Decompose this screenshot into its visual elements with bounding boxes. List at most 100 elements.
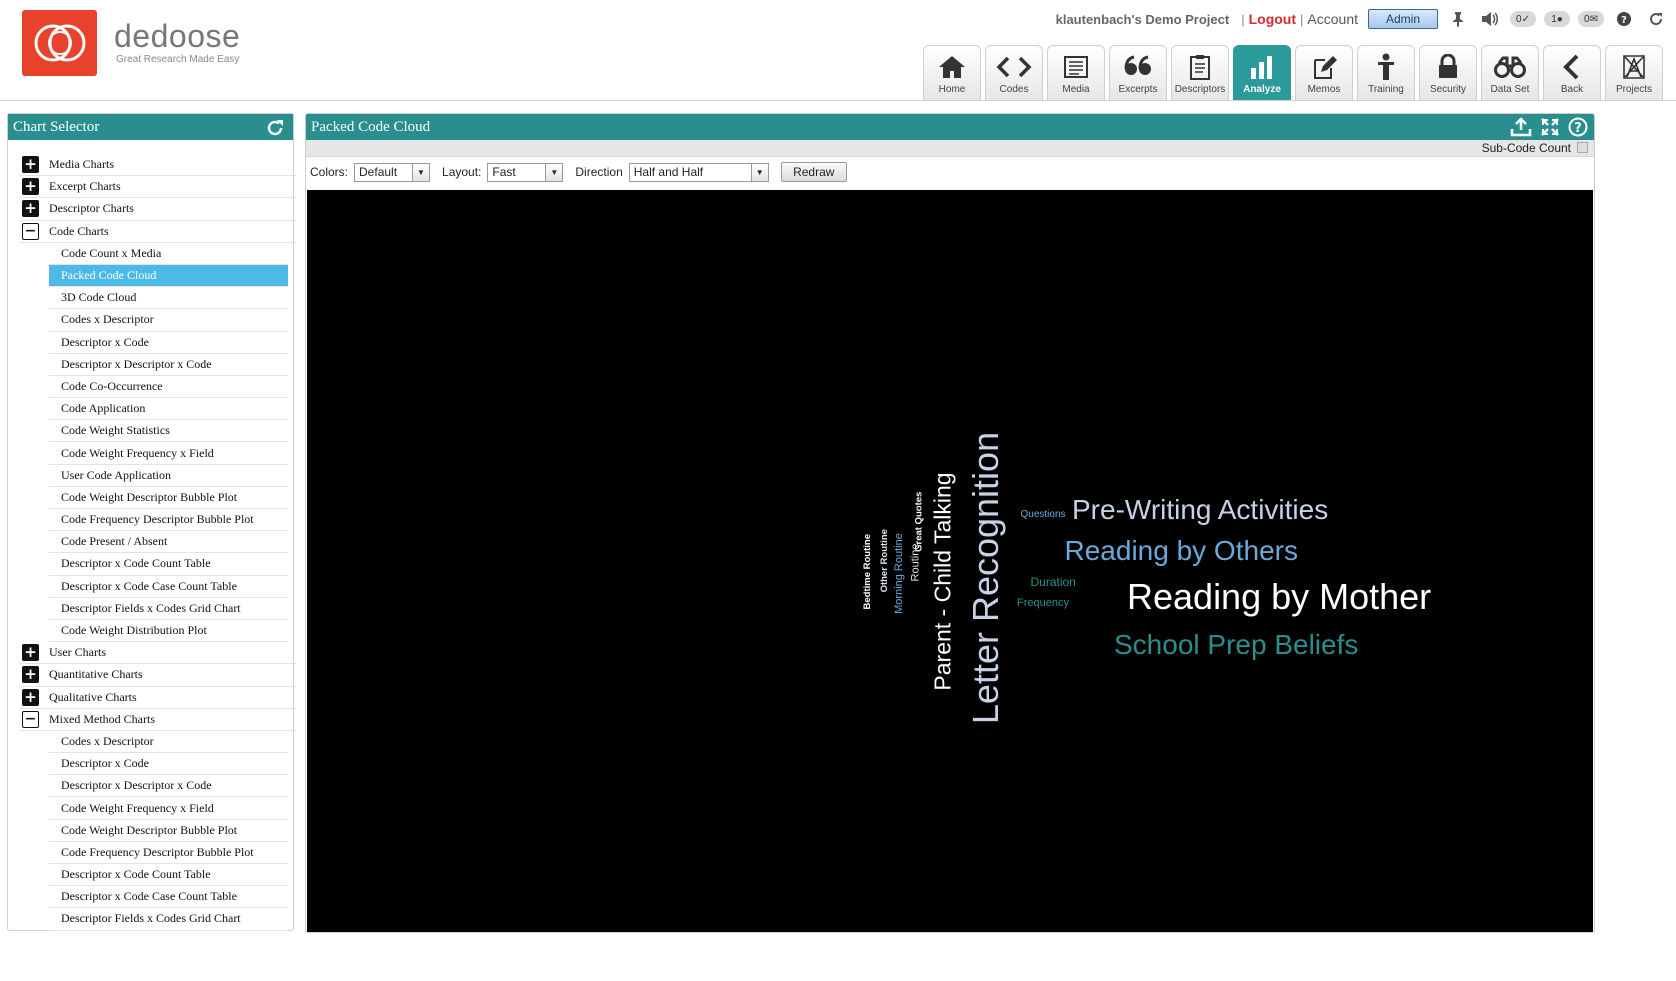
cloud-word[interactable]: Duration [1031, 576, 1076, 588]
chart-item[interactable]: Descriptor x Code Case Count Table [49, 886, 288, 909]
collapse-icon[interactable]: − [22, 710, 39, 728]
chart-item[interactable]: Descriptor x Descriptor x Code [49, 775, 288, 798]
expand-icon[interactable]: + [22, 666, 39, 684]
chart-item[interactable]: Descriptor x Code Count Table [49, 553, 288, 576]
chart-category[interactable]: + Excerpt Charts [20, 176, 296, 199]
layout-value: Fast [492, 165, 516, 179]
chart-item-label: Code Co-Occurrence [61, 378, 163, 393]
chart-item[interactable]: 3D Code Cloud [49, 287, 288, 310]
collapse-icon[interactable]: − [22, 222, 39, 240]
cloud-word[interactable]: Other Routine [878, 529, 889, 592]
refresh-icon[interactable] [265, 118, 285, 147]
expand-icon[interactable]: + [22, 688, 39, 706]
nav-security[interactable]: Security [1419, 45, 1477, 100]
cloud-word[interactable]: Routine [909, 543, 921, 581]
cloud-word[interactable]: Reading by Others [1065, 537, 1298, 565]
project-name[interactable]: klautenbach's Demo Project [1056, 12, 1230, 27]
dedoose-logo[interactable] [22, 10, 97, 76]
nav-descriptors[interactable]: Descriptors [1171, 45, 1229, 100]
cloud-word[interactable]: Morning Routine [892, 533, 904, 614]
chart-item[interactable]: Code Frequency Descriptor Bubble Plot [49, 509, 288, 532]
admin-button[interactable]: Admin [1368, 9, 1438, 29]
chart-item[interactable]: Descriptor x Code [49, 753, 288, 776]
help-icon[interactable]: ? [1612, 9, 1636, 29]
nav-label: Media [1062, 84, 1090, 95]
chart-item[interactable]: Descriptor x Descriptor x Code [49, 354, 288, 376]
nav-media[interactable]: Media [1047, 45, 1105, 100]
help-icon[interactable]: ? [1568, 117, 1588, 146]
fullscreen-icon[interactable] [1540, 117, 1560, 146]
chart-tree: + Media Charts + Excerpt Charts + Descriptor … [20, 154, 296, 931]
chart-item[interactable]: User Code Application [49, 465, 288, 487]
chart-item[interactable]: Code Weight Frequency x Field [49, 442, 288, 465]
cloud-word[interactable]: Bedtime Routine [861, 534, 872, 609]
nav-training[interactable]: Training [1357, 45, 1415, 100]
chart-item[interactable]: Packed Code Cloud [49, 264, 288, 288]
nav-label: Projects [1615, 84, 1653, 95]
chart-item-label: Codes x Descriptor [61, 733, 154, 748]
chart-item[interactable]: Code Application [49, 398, 288, 421]
logout-link[interactable]: Logout [1249, 11, 1296, 27]
redraw-button[interactable]: Redraw [780, 162, 847, 182]
chart-category[interactable]: + Media Charts [20, 154, 296, 177]
layout-select[interactable]: Fast ▼ [487, 162, 564, 182]
direction-select[interactable]: Half and Half ▼ [628, 162, 769, 182]
chart-item[interactable]: Code Co-Occurrence [49, 376, 288, 399]
cloud-word[interactable]: Frequency [1017, 597, 1069, 609]
chart-item-label: Descriptor x Code Case Count Table [61, 578, 237, 593]
cloud-word[interactable]: School Prep Beliefs [1114, 631, 1358, 659]
chart-item[interactable]: Code Weight Statistics [49, 420, 288, 443]
chart-item[interactable]: Codes x Descriptor [49, 731, 288, 754]
nav-back[interactable]: Back [1543, 45, 1601, 100]
nav-data-set[interactable]: Data Set [1481, 45, 1539, 100]
cloud-word[interactable]: Reading by Mother [1127, 579, 1431, 615]
chart-item[interactable]: Code Weight Descriptor Bubble Plot [49, 820, 288, 842]
account-link[interactable]: Account [1307, 11, 1358, 27]
pin-icon[interactable] [1446, 9, 1470, 29]
reload-icon[interactable] [1644, 9, 1668, 29]
chart-item[interactable]: Descriptor x Code Count Table [49, 864, 288, 887]
chart-item[interactable]: Descriptor x Code [49, 332, 288, 354]
cloud-word[interactable]: Letter Recognition [965, 432, 1006, 724]
chart-category[interactable]: + User Charts [20, 642, 296, 665]
chart-item[interactable]: Descriptor Fields x Codes Grid Chart [49, 908, 288, 931]
chart-item[interactable]: Code Weight Distribution Plot [49, 620, 288, 643]
chart-item[interactable]: Code Weight Frequency x Field [49, 797, 288, 820]
nav-excerpts[interactable]: Excerpts [1109, 45, 1167, 100]
tasks-badge-icon[interactable]: 0 ✓ [1510, 11, 1536, 27]
chart-item-label: Descriptor x Code Count Table [61, 556, 211, 571]
expand-icon[interactable]: + [22, 156, 39, 174]
chart-item[interactable]: Code Weight Descriptor Bubble Plot [49, 487, 288, 509]
chart-category[interactable]: − Mixed Method Charts [20, 709, 296, 731]
chart-item-label: Code Frequency Descriptor Bubble Plot [61, 844, 254, 859]
chart-category[interactable]: + Descriptor Charts [20, 198, 296, 221]
colors-select[interactable]: Default ▼ [354, 162, 431, 182]
chart-panel-header: Packed Code Cloud ? [306, 114, 1594, 140]
chart-category[interactable]: + Quantitative Charts [20, 664, 296, 687]
chart-item[interactable]: Codes x Descriptor [49, 309, 288, 332]
export-icon[interactable] [1510, 117, 1532, 146]
sound-icon[interactable] [1478, 9, 1502, 29]
expand-icon[interactable]: + [22, 644, 39, 662]
nav-codes[interactable]: Codes [985, 45, 1043, 100]
chart-category[interactable]: + Qualitative Charts [20, 687, 296, 709]
cloud-word[interactable]: Parent - Child Talking [930, 472, 956, 690]
chart-category[interactable]: − Code Charts [20, 221, 296, 243]
cloud-word[interactable]: Questions [1021, 510, 1066, 520]
users-badge-icon[interactable]: 1 ● [1544, 11, 1570, 27]
chart-item[interactable]: Code Present / Absent [49, 531, 288, 554]
chart-item[interactable]: Descriptor Fields x Codes Grid Chart [49, 598, 288, 620]
nav-home[interactable]: Home [923, 45, 981, 100]
chart-item[interactable]: Code Frequency Descriptor Bubble Plot [49, 842, 288, 864]
expand-icon[interactable]: + [22, 178, 39, 196]
chart-item-label: Mixed Method Charts [49, 711, 155, 726]
nav-analyze[interactable]: Analyze [1233, 45, 1291, 100]
cloud-word[interactable]: Pre-Writing Activities [1072, 496, 1328, 524]
chart-item[interactable]: Code Count x Media [49, 243, 288, 265]
messages-badge-icon[interactable]: 0 ✉ [1578, 11, 1604, 27]
nav-label: Analyze [1243, 84, 1281, 95]
chart-item[interactable]: Descriptor x Code Case Count Table [49, 576, 288, 598]
nav-projects[interactable]: Projects [1605, 45, 1663, 100]
nav-memos[interactable]: Memos [1295, 45, 1353, 100]
expand-icon[interactable]: + [22, 200, 39, 218]
